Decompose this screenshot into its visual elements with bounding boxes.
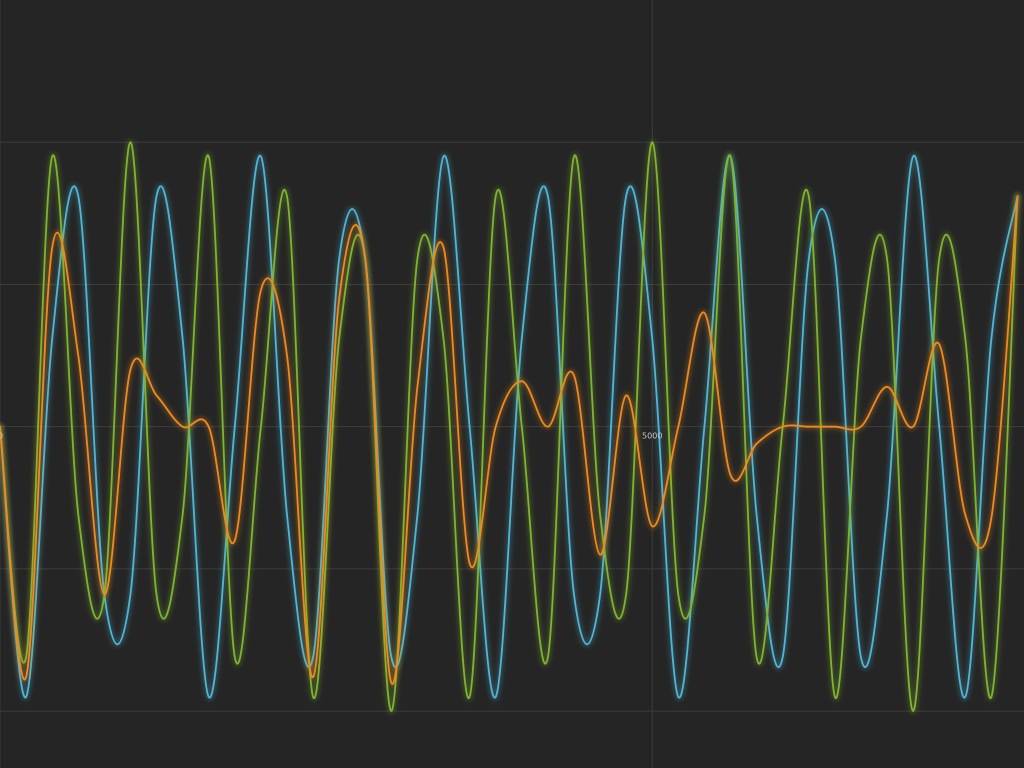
chart: 0 5000	[0, 0, 1024, 768]
x-tick-label: 0	[0, 432, 3, 441]
line-chart-plot: 0 5000	[0, 0, 1024, 768]
x-tick-label: 5000	[642, 432, 662, 441]
